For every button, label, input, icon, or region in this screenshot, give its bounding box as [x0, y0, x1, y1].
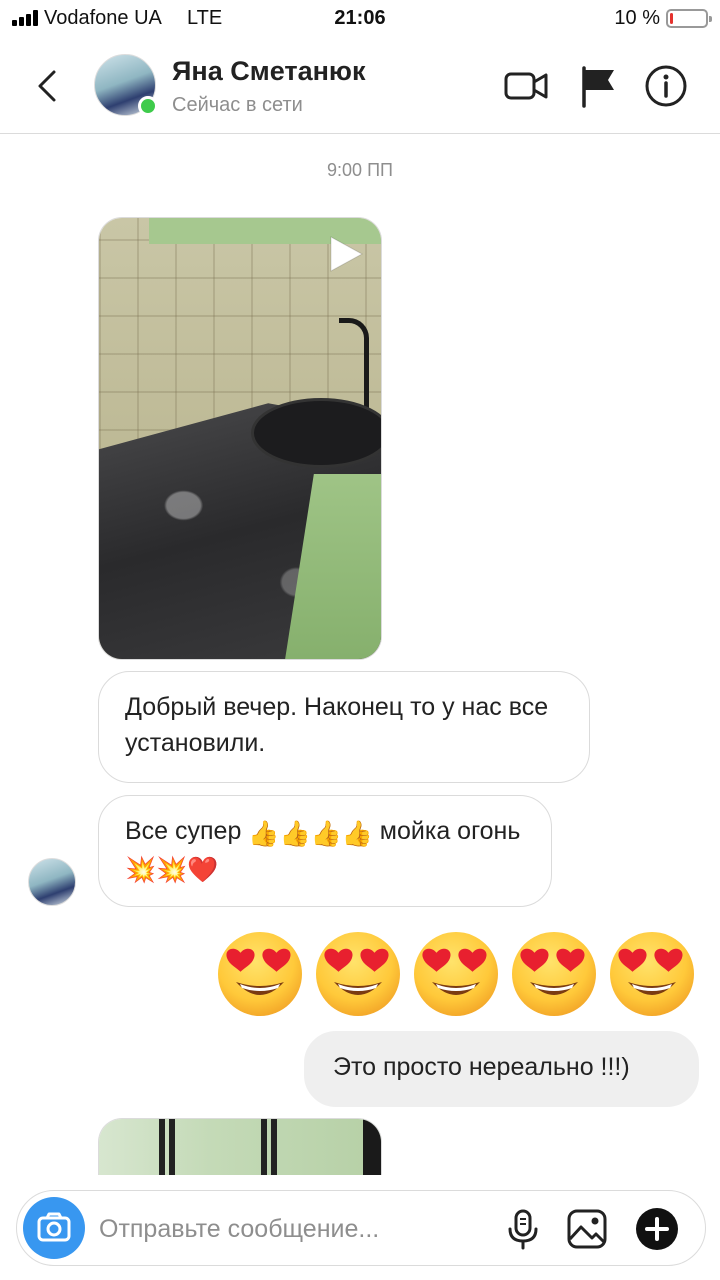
- gallery-icon[interactable]: [565, 1207, 609, 1251]
- flag-icon[interactable]: [574, 62, 622, 110]
- video-thumbnail: [99, 1119, 381, 1175]
- message-timestamp: 9:00 ПП: [327, 160, 393, 180]
- sender-avatar[interactable]: [28, 858, 76, 906]
- video-call-icon[interactable]: [502, 62, 550, 110]
- microphone-icon[interactable]: [501, 1207, 545, 1251]
- contact-name[interactable]: Яна Сметанюк: [172, 56, 365, 87]
- online-status-dot: [138, 96, 158, 116]
- chat-header: Яна Сметанюк Сейчас в сети: [0, 38, 720, 134]
- incoming-message-bubble[interactable]: Добрый вечер. Наконец то у нас все устан…: [98, 671, 590, 783]
- back-chevron-icon[interactable]: [30, 66, 66, 106]
- battery-percent: 10 %: [614, 7, 660, 29]
- plus-icon[interactable]: [635, 1207, 679, 1251]
- message-composer: [16, 1190, 706, 1266]
- info-icon[interactable]: [642, 62, 690, 110]
- status-time: 21:06: [334, 7, 386, 29]
- outgoing-message-bubble[interactable]: Это просто нереально !!!): [304, 1031, 699, 1107]
- outgoing-emoji-message[interactable]: [216, 930, 696, 1018]
- message-text: Добрый вечер. Наконец то у нас все устан…: [125, 693, 549, 757]
- message-input[interactable]: [99, 1211, 479, 1247]
- battery-level: [670, 13, 673, 24]
- contact-avatar[interactable]: [94, 54, 158, 116]
- camera-icon: [37, 1212, 71, 1242]
- heart-eyes-emoji-icon: [610, 932, 694, 1016]
- heart-eyes-emoji-icon: [414, 932, 498, 1016]
- play-icon[interactable]: [327, 234, 365, 274]
- presence-status: Сейчас в сети: [172, 94, 303, 116]
- heart-eyes-emoji-icon: [218, 932, 302, 1016]
- camera-button[interactable]: [23, 1197, 85, 1259]
- heart-eyes-emoji-icon: [316, 932, 400, 1016]
- video-message[interactable]: [98, 1118, 382, 1175]
- message-text: Все супер: [125, 817, 249, 845]
- incoming-message-bubble[interactable]: Все супер 👍👍👍👍 мойка огонь 💥💥❤️: [98, 795, 552, 907]
- video-message[interactable]: [98, 217, 382, 660]
- heart-eyes-emoji-icon: [512, 932, 596, 1016]
- collision-heart-emoji: 💥💥❤️: [125, 856, 219, 884]
- battery-icon: [666, 9, 712, 28]
- thumbs-up-emoji: 👍👍👍👍: [248, 820, 373, 848]
- message-text: мойка огонь: [372, 817, 521, 845]
- message-text: Это просто нереально !!!): [333, 1053, 630, 1081]
- status-bar: Vodafone UA LTE 21:06 10 %: [0, 0, 720, 38]
